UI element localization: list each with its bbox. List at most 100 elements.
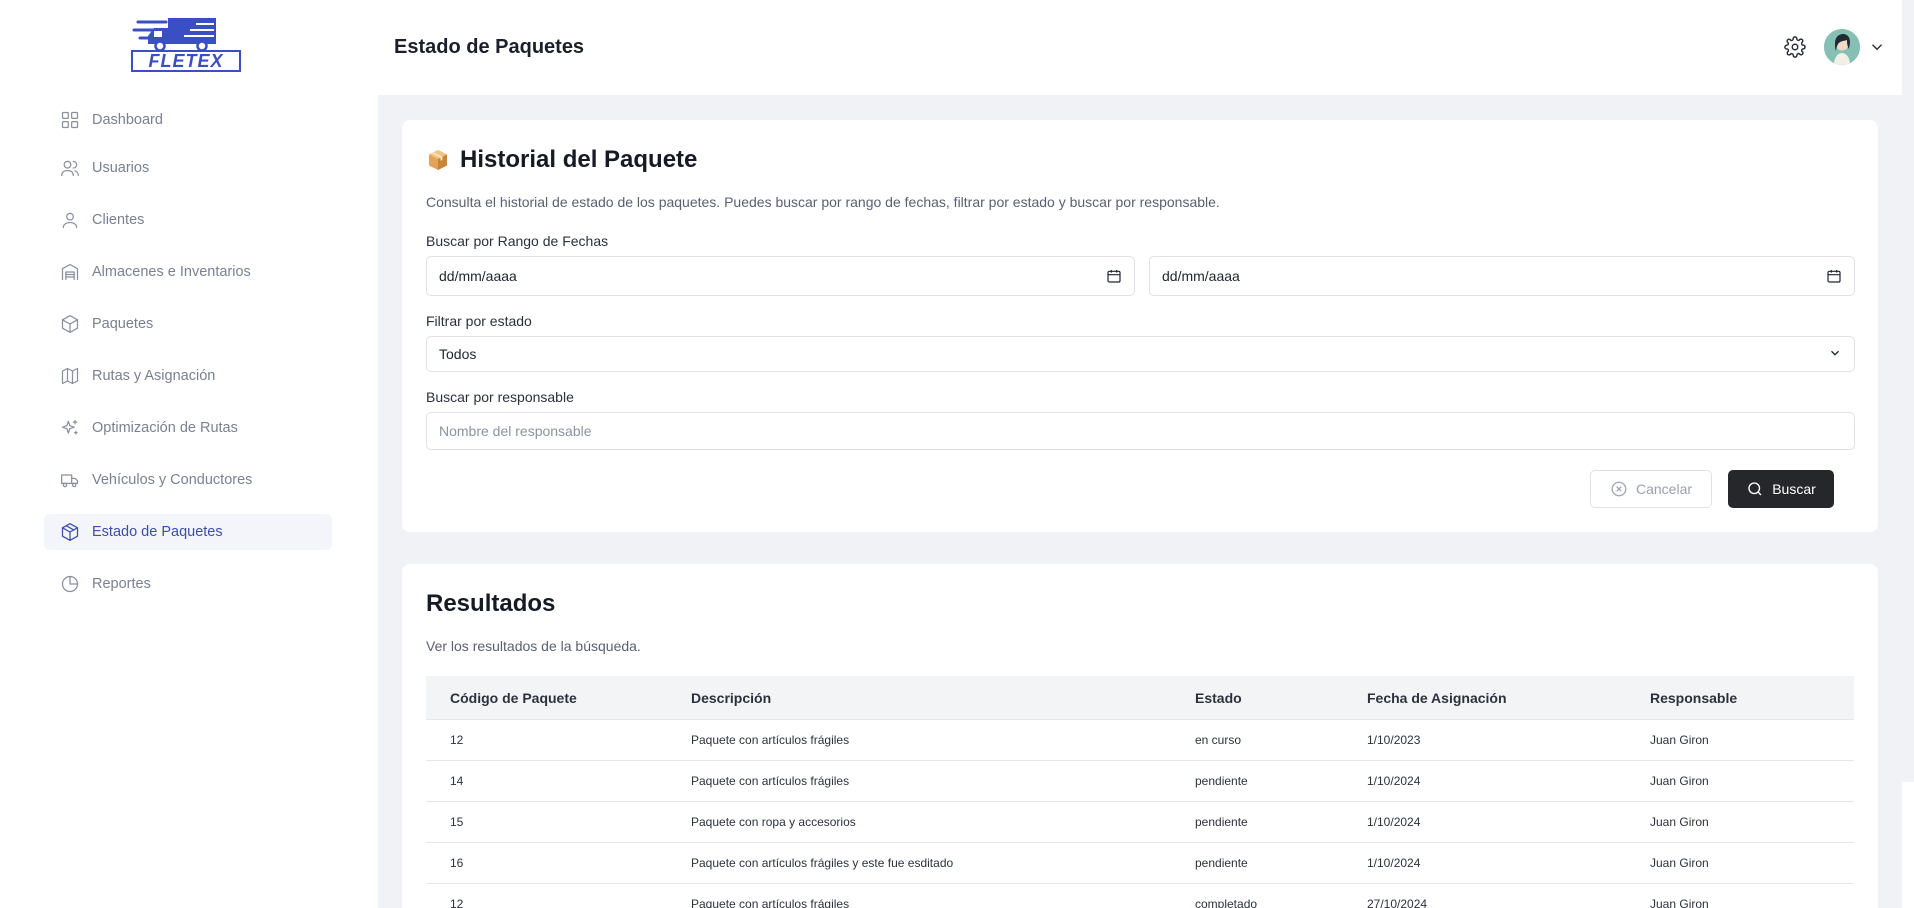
results-card: Resultados Ver los resultados de la búsq… xyxy=(402,564,1878,908)
page-title: Estado de Paquetes xyxy=(394,36,585,58)
top-header: Estado de Paquetes xyxy=(378,0,1902,95)
cell-code: 16 xyxy=(450,856,464,870)
cell-date: 1/10/2024 xyxy=(1367,815,1421,829)
table-row[interactable]: 12 Paquete con artículos frágiles comple… xyxy=(426,884,1854,908)
sidebar-item-label: Almacenes e Inventarios xyxy=(92,264,251,280)
column-header[interactable]: Descripción xyxy=(691,690,1195,706)
main-content: Historial del Paquete Consulta el histor… xyxy=(378,95,1902,908)
cell-responsible: Juan Giron xyxy=(1650,897,1709,908)
cell-status: en curso xyxy=(1195,733,1242,747)
cell-code: 12 xyxy=(450,897,464,908)
cell-description: Paquete con artículos frágiles y este fu… xyxy=(691,856,954,870)
date-from-field[interactable]: dd/mm/aaaa xyxy=(426,256,1135,296)
status-selected-value: Todos xyxy=(439,346,477,362)
map-icon xyxy=(60,366,80,386)
cell-status: completado xyxy=(1195,897,1258,908)
table-header: Código de Paquete Descripción Estado Fec… xyxy=(426,676,1854,720)
results-table: Código de Paquete Descripción Estado Fec… xyxy=(426,676,1854,908)
cell-date: 1/10/2024 xyxy=(1367,774,1421,788)
cell-date: 1/10/2023 xyxy=(1367,733,1421,747)
sidebar-item-estado-paquetes[interactable]: Estado de Paquetes xyxy=(44,514,332,550)
cancel-button[interactable]: Cancelar xyxy=(1590,470,1712,508)
status-filter-label: Filtrar por estado xyxy=(426,313,532,329)
cell-date: 27/10/2024 xyxy=(1367,897,1428,908)
cell-responsible: Juan Giron xyxy=(1650,815,1709,829)
responsible-placeholder: Nombre del responsable xyxy=(439,423,592,439)
sidebar-item-label: Paquetes xyxy=(92,316,154,332)
date-to-field[interactable]: dd/mm/aaaa xyxy=(1149,256,1855,296)
sidebar-item-dashboard[interactable]: Dashboard xyxy=(44,102,332,138)
date-range-label: Buscar por Rango de Fechas xyxy=(426,233,609,249)
sidebar-item-reportes[interactable]: Reportes xyxy=(44,566,332,602)
results-description: Ver los resultados de la búsqueda. xyxy=(426,638,641,654)
circle-x-icon xyxy=(1610,480,1628,498)
sidebar-item-almacenes[interactable]: Almacenes e Inventarios xyxy=(44,254,332,290)
responsible-input[interactable]: Nombre del responsable xyxy=(426,412,1855,450)
warehouse-icon xyxy=(60,262,80,282)
chevron-down-icon xyxy=(1828,346,1842,363)
sidebar-item-label: Clientes xyxy=(92,212,145,228)
cell-description: Paquete con artículos frágiles xyxy=(691,774,850,788)
sidebar-item-vehiculos[interactable]: Vehículos y Conductores xyxy=(44,462,332,498)
history-card: Historial del Paquete Consulta el histor… xyxy=(402,120,1878,532)
avatar[interactable] xyxy=(1824,29,1860,65)
column-header[interactable]: Estado xyxy=(1195,690,1367,706)
cell-responsible: Juan Giron xyxy=(1650,856,1709,870)
pie-chart-icon xyxy=(60,574,80,594)
chevron-down-icon[interactable] xyxy=(1868,38,1886,56)
cell-code: 12 xyxy=(450,733,464,747)
sidebar-item-usuarios[interactable]: Usuarios xyxy=(44,150,332,186)
status-select[interactable]: Todos xyxy=(426,336,1855,372)
cell-code: 15 xyxy=(450,815,464,829)
column-header[interactable]: Código de Paquete xyxy=(426,690,691,706)
table-row[interactable]: 12 Paquete con artículos frágiles en cur… xyxy=(426,720,1854,761)
package-icon xyxy=(60,314,80,334)
history-title: Historial del Paquete xyxy=(426,146,697,174)
user-icon xyxy=(60,210,80,230)
cell-description: Paquete con ropa y accesorios xyxy=(691,815,856,829)
package-emoji-icon xyxy=(426,148,450,172)
sidebar-item-label: Usuarios xyxy=(92,160,150,176)
history-description: Consulta el historial de estado de los p… xyxy=(426,194,1220,210)
package-status-icon xyxy=(60,522,80,542)
gear-icon[interactable] xyxy=(1784,36,1806,58)
cell-date: 1/10/2024 xyxy=(1367,856,1421,870)
cell-description: Paquete con artículos frágiles xyxy=(691,733,850,747)
results-title: Resultados xyxy=(426,590,556,617)
search-button-label: Buscar xyxy=(1772,481,1816,497)
cell-code: 14 xyxy=(450,774,464,788)
fletex-logo[interactable]: FLETEX xyxy=(130,14,244,72)
sidebar-item-paquetes[interactable]: Paquetes xyxy=(44,306,332,342)
cell-status: pendiente xyxy=(1195,774,1248,788)
cell-responsible: Juan Giron xyxy=(1650,733,1709,747)
cell-status: pendiente xyxy=(1195,856,1248,870)
calendar-icon[interactable] xyxy=(1826,268,1842,284)
sidebar-item-label: Optimización de Rutas xyxy=(92,420,238,436)
sidebar-item-optimizacion[interactable]: Optimización de Rutas xyxy=(44,410,332,446)
sidebar: FLETEX Dashboard Usuarios Clientes Almac… xyxy=(0,0,378,908)
calendar-icon[interactable] xyxy=(1106,268,1122,284)
cell-description: Paquete con artículos frágiles xyxy=(691,897,850,908)
cell-responsible: Juan Giron xyxy=(1650,774,1709,788)
table-row[interactable]: 16 Paquete con artículos frágiles y este… xyxy=(426,843,1854,884)
search-icon xyxy=(1746,480,1764,498)
history-title-text: Historial del Paquete xyxy=(460,146,698,173)
sidebar-item-label: Estado de Paquetes xyxy=(92,524,223,540)
column-header[interactable]: Fecha de Asignación xyxy=(1367,690,1650,706)
sidebar-item-label: Vehículos y Conductores xyxy=(92,472,253,488)
dashboard-icon xyxy=(60,110,80,130)
search-button[interactable]: Buscar xyxy=(1728,470,1834,508)
sidebar-item-clientes[interactable]: Clientes xyxy=(44,202,332,238)
truck-icon xyxy=(60,470,80,490)
sidebar-item-rutas[interactable]: Rutas y Asignación xyxy=(44,358,332,394)
table-row[interactable]: 15 Paquete con ropa y accesorios pendien… xyxy=(426,802,1854,843)
logo-text: FLETEX xyxy=(148,51,223,71)
table-row[interactable]: 14 Paquete con artículos frágiles pendie… xyxy=(426,761,1854,802)
cancel-button-label: Cancelar xyxy=(1635,481,1693,497)
date-to-value: dd/mm/aaaa xyxy=(1162,268,1240,284)
cell-status: pendiente xyxy=(1195,815,1248,829)
scroll-gutter xyxy=(1902,0,1914,782)
column-header[interactable]: Responsable xyxy=(1650,690,1854,706)
sparkles-icon xyxy=(60,418,80,438)
users-icon xyxy=(60,158,80,178)
